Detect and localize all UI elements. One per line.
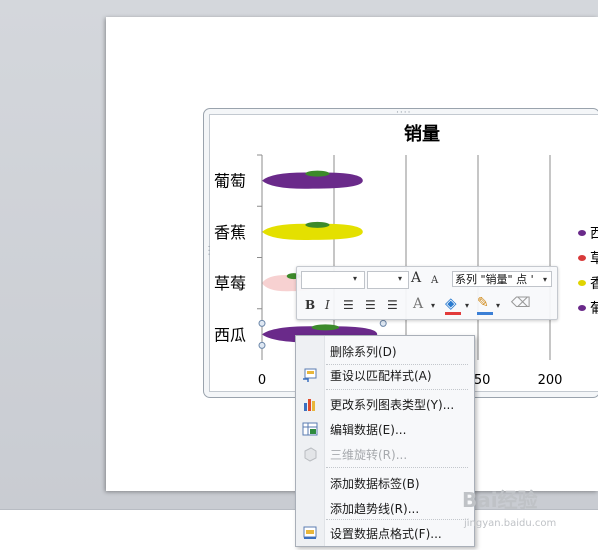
outline-color-swatch	[477, 312, 493, 315]
menu-item-label: 删除系列(D)	[330, 345, 397, 359]
font-name-dropdown-icon[interactable]: ▾	[353, 271, 357, 287]
selection-handle[interactable]	[258, 341, 266, 349]
menu-item-delete-series[interactable]: 删除系列(D)	[296, 339, 474, 363]
legend-marker	[578, 230, 586, 236]
category-label: 西瓜	[214, 325, 246, 344]
grow-font-icon[interactable]: A	[411, 270, 421, 286]
category-label: 葡萄	[214, 172, 246, 191]
outline-color-icon[interactable]: ✎	[477, 295, 489, 311]
legend-marker	[578, 305, 586, 311]
chart-element-selector[interactable]: 系列 "销量" 点 '	[452, 271, 552, 287]
selection-handle[interactable]	[379, 319, 387, 327]
menu-item-reset-style[interactable]: 重设以匹配样式(A)	[296, 363, 474, 387]
format-icon	[303, 526, 317, 539]
outline-color-dropdown-icon[interactable]: ▾	[496, 298, 500, 314]
align-center-icon[interactable]: ☰	[365, 297, 376, 313]
legend-label: 草	[590, 251, 598, 267]
tick-label: 200	[538, 373, 563, 388]
align-right-icon[interactable]: ☰	[387, 297, 398, 313]
menu-item-label: 添加数据标签(B)	[330, 477, 420, 491]
category-label: 香蕉	[214, 223, 246, 242]
menu-item-add-trendline[interactable]: 添加趋势线(R)...	[296, 496, 474, 520]
legend-label: 香	[590, 276, 598, 292]
watermark-url: jingyan.baidu.com	[464, 518, 557, 529]
chart-title[interactable]: 销量	[404, 123, 440, 145]
reset-style-icon	[303, 368, 317, 382]
menu-separator	[326, 467, 468, 468]
mini-toolbar: ▾ ▾ A A 系列 "销量" 点 ' ▾ B I ☰ ☰ ☰ A ▾ ◈ ▾ …	[296, 266, 558, 320]
fill-color-icon[interactable]: ◈	[445, 295, 457, 311]
menu-item-label: 编辑数据(E)...	[330, 423, 407, 437]
shrink-font-icon[interactable]: A	[431, 273, 438, 289]
menu-item-label: 添加趋势线(R)...	[330, 502, 420, 516]
font-color-dropdown-icon[interactable]: ▾	[431, 298, 435, 314]
font-color-button[interactable]: A	[413, 296, 423, 312]
watermark-text: Bai经验	[462, 488, 538, 512]
category-label: 草莓	[214, 274, 246, 293]
legend-marker	[578, 255, 586, 261]
italic-button[interactable]: I	[325, 297, 330, 313]
bar-picture-detail	[305, 170, 330, 177]
chart-element-dropdown-icon[interactable]: ▾	[543, 272, 547, 288]
font-size-dropdown-icon[interactable]: ▾	[398, 271, 402, 287]
chart-element-selector-label: 系列 "销量" 点 '	[455, 273, 534, 286]
menu-separator	[326, 519, 468, 520]
menu-item-label: 设置数据点格式(F)...	[330, 527, 442, 541]
bar-picture-detail	[305, 221, 330, 228]
watermark: Bai经验 jingyan.baidu.com	[462, 484, 598, 544]
legend-marker	[578, 280, 586, 286]
chart-legend: 西草香葡	[578, 226, 598, 317]
menu-item-3d-rotation: 三维旋转(R)...	[296, 442, 474, 466]
bold-button[interactable]: B	[305, 297, 315, 313]
context-menu: 删除系列(D) 重设以匹配样式(A) 更改系列图表类型(Y)... 编辑数据(E…	[295, 335, 475, 547]
font-size-box[interactable]	[367, 271, 409, 289]
fill-color-dropdown-icon[interactable]: ▾	[465, 298, 469, 314]
menu-item-format-data-point[interactable]: 设置数据点格式(F)...	[296, 521, 474, 545]
edit-data-icon	[302, 422, 318, 436]
legend-label: 西	[590, 226, 598, 242]
fill-color-swatch	[445, 312, 461, 315]
menu-separator	[326, 389, 468, 390]
bar-picture-detail	[311, 324, 340, 331]
category-axis: 西瓜草莓香蕉葡萄	[214, 154, 263, 360]
tick-label: 0	[258, 373, 266, 388]
3d-rotation-icon	[304, 447, 317, 462]
menu-item-change-chart-type[interactable]: 更改系列图表类型(Y)...	[296, 392, 474, 416]
legend-label: 葡	[590, 301, 598, 317]
format-painter-icon[interactable]: ⌫	[511, 295, 531, 311]
menu-item-add-data-labels[interactable]: 添加数据标签(B)	[296, 471, 474, 495]
selection-handle[interactable]	[258, 319, 266, 327]
align-left-icon[interactable]: ☰	[343, 297, 354, 313]
menu-item-label: 更改系列图表类型(Y)...	[330, 398, 455, 412]
menu-item-label: 三维旋转(R)...	[330, 448, 408, 462]
chart-type-icon	[304, 399, 315, 411]
menu-item-edit-data[interactable]: 编辑数据(E)...	[296, 417, 474, 441]
menu-item-label: 重设以匹配样式(A)	[330, 369, 432, 383]
